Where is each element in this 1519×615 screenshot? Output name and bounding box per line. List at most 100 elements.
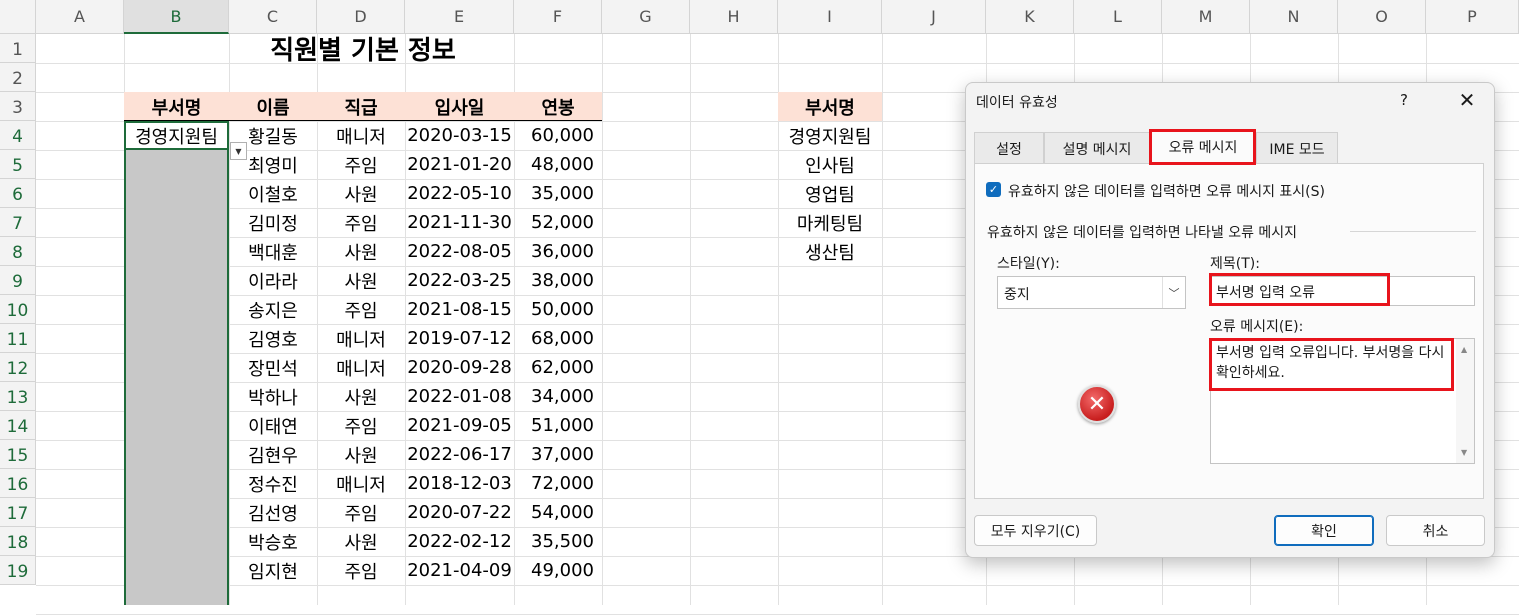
table-cell-rank[interactable]: 사원 bbox=[317, 440, 405, 469]
tab-settings[interactable]: 설정 bbox=[974, 132, 1044, 164]
column-header-g[interactable]: G bbox=[602, 0, 690, 34]
row-header-18[interactable]: 18 bbox=[0, 527, 36, 556]
table-cell-name[interactable]: 김현우 bbox=[229, 440, 317, 469]
row-header-19[interactable]: 19 bbox=[0, 556, 36, 585]
table-cell-salary[interactable]: 72,000 bbox=[514, 469, 602, 498]
row-header-1[interactable]: 1 bbox=[0, 34, 36, 63]
table-cell-date[interactable]: 2020-09-28 bbox=[405, 353, 514, 382]
textarea-scrollbar[interactable]: ▲ ▼ bbox=[1456, 339, 1474, 463]
row-header-16[interactable]: 16 bbox=[0, 469, 36, 498]
dept-list-item[interactable]: 마케팅팀 bbox=[778, 208, 882, 237]
table-cell-salary[interactable]: 49,000 bbox=[514, 556, 602, 585]
column-header-i[interactable]: I bbox=[778, 0, 882, 34]
sheet-title[interactable]: 직원별 기본 정보 bbox=[124, 34, 602, 66]
close-icon[interactable]: ✕ bbox=[1454, 87, 1480, 113]
table-cell-salary[interactable]: 35,000 bbox=[514, 179, 602, 208]
selected-range-b4-b19[interactable] bbox=[124, 135, 229, 605]
column-header-a[interactable]: A bbox=[36, 0, 124, 34]
table-cell-rank[interactable]: 사원 bbox=[317, 527, 405, 556]
table-cell-date[interactable]: 2020-07-22 bbox=[405, 498, 514, 527]
table-cell-date[interactable]: 2022-08-05 bbox=[405, 237, 514, 266]
row-header-17[interactable]: 17 bbox=[0, 498, 36, 527]
table-cell-salary[interactable]: 37,000 bbox=[514, 440, 602, 469]
column-header-b[interactable]: B bbox=[124, 0, 229, 34]
table-cell-name[interactable]: 임지현 bbox=[229, 556, 317, 585]
table-cell-rank[interactable]: 주임 bbox=[317, 411, 405, 440]
row-header-9[interactable]: 9 bbox=[0, 266, 36, 295]
table-cell-rank[interactable]: 주임 bbox=[317, 150, 405, 179]
table-cell-salary[interactable]: 48,000 bbox=[514, 150, 602, 179]
style-select[interactable]: 중지 ﹀ bbox=[997, 276, 1186, 309]
column-header-j[interactable]: J bbox=[882, 0, 986, 34]
row-header-13[interactable]: 13 bbox=[0, 382, 36, 411]
table-cell-salary[interactable]: 62,000 bbox=[514, 353, 602, 382]
table-cell-date[interactable]: 2019-07-12 bbox=[405, 324, 514, 353]
table-cell-name[interactable]: 백대훈 bbox=[229, 237, 317, 266]
cancel-button[interactable]: 취소 bbox=[1386, 515, 1485, 546]
row-header-2[interactable]: 2 bbox=[0, 63, 36, 92]
dropdown-arrow-icon[interactable]: ▼ bbox=[230, 142, 247, 160]
table-cell-rank[interactable]: 사원 bbox=[317, 179, 405, 208]
table-cell-date[interactable]: 2022-01-08 bbox=[405, 382, 514, 411]
table-cell-rank[interactable]: 매니저 bbox=[317, 324, 405, 353]
table-cell-date[interactable]: 2020-03-15 bbox=[405, 121, 514, 150]
table-cell-date[interactable]: 2021-09-05 bbox=[405, 411, 514, 440]
table-cell-name[interactable]: 김미정 bbox=[229, 208, 317, 237]
column-header-c[interactable]: C bbox=[229, 0, 317, 34]
table-cell-name[interactable]: 이태연 bbox=[229, 411, 317, 440]
tab-error-alert[interactable]: 오류 메시지 bbox=[1150, 129, 1256, 164]
row-header-10[interactable]: 10 bbox=[0, 295, 36, 324]
clear-all-button[interactable]: 모두 지우기(C) bbox=[974, 515, 1097, 546]
dept-list-item[interactable]: 경영지원팀 bbox=[778, 121, 882, 150]
table-cell-salary[interactable]: 36,000 bbox=[514, 237, 602, 266]
table-cell-name[interactable]: 김선영 bbox=[229, 498, 317, 527]
column-header-n[interactable]: N bbox=[1250, 0, 1338, 34]
column-header-h[interactable]: H bbox=[690, 0, 778, 34]
table-cell-rank[interactable]: 주임 bbox=[317, 556, 405, 585]
table-header-cell[interactable]: 직급 bbox=[317, 92, 405, 121]
dept-list-header[interactable]: 부서명 bbox=[778, 92, 882, 121]
column-header-l[interactable]: L bbox=[1074, 0, 1162, 34]
error-message-textarea[interactable]: 부서명 입력 오류입니다. 부서명을 다시 확인하세요. ▲ ▼ bbox=[1210, 338, 1475, 464]
row-header-5[interactable]: 5 bbox=[0, 150, 36, 179]
active-cell-b4[interactable]: 경영지원팀 bbox=[124, 121, 229, 150]
table-cell-name[interactable]: 김영호 bbox=[229, 324, 317, 353]
table-cell-rank[interactable]: 매니저 bbox=[317, 121, 405, 150]
table-cell-salary[interactable]: 51,000 bbox=[514, 411, 602, 440]
table-cell-rank[interactable]: 주임 bbox=[317, 208, 405, 237]
table-header-cell[interactable]: 이름 bbox=[229, 92, 317, 121]
table-cell-date[interactable]: 2022-02-12 bbox=[405, 527, 514, 556]
table-cell-name[interactable]: 송지은 bbox=[229, 295, 317, 324]
table-cell-date[interactable]: 2022-05-10 bbox=[405, 179, 514, 208]
table-header-cell[interactable]: 입사일 bbox=[405, 92, 514, 121]
table-cell-date[interactable]: 2021-08-15 bbox=[405, 295, 514, 324]
table-header-cell[interactable]: 부서명 bbox=[124, 92, 229, 121]
column-header-m[interactable]: M bbox=[1162, 0, 1250, 34]
table-cell-rank[interactable]: 사원 bbox=[317, 266, 405, 295]
chevron-down-icon[interactable]: ﹀ bbox=[1162, 277, 1185, 308]
table-cell-rank[interactable]: 주임 bbox=[317, 295, 405, 324]
table-cell-rank[interactable]: 사원 bbox=[317, 382, 405, 411]
table-cell-name[interactable]: 정수진 bbox=[229, 469, 317, 498]
table-cell-name[interactable]: 박승호 bbox=[229, 527, 317, 556]
table-cell-date[interactable]: 2021-01-20 bbox=[405, 150, 514, 179]
show-error-checkbox-label[interactable]: 유효하지 않은 데이터를 입력하면 오류 메시지 표시(S) bbox=[1008, 181, 1325, 201]
help-button[interactable]: ? bbox=[1400, 91, 1408, 109]
table-cell-salary[interactable]: 35,500 bbox=[514, 527, 602, 556]
table-cell-date[interactable]: 2021-11-30 bbox=[405, 208, 514, 237]
table-cell-salary[interactable]: 60,000 bbox=[514, 121, 602, 150]
dept-list-item[interactable]: 인사팀 bbox=[778, 150, 882, 179]
table-cell-salary[interactable]: 34,000 bbox=[514, 382, 602, 411]
table-cell-date[interactable]: 2022-03-25 bbox=[405, 266, 514, 295]
row-header-3[interactable]: 3 bbox=[0, 92, 36, 121]
table-cell-salary[interactable]: 54,000 bbox=[514, 498, 602, 527]
scroll-down-icon[interactable]: ▼ bbox=[1461, 448, 1467, 457]
tab-input-message[interactable]: 설명 메시지 bbox=[1044, 132, 1150, 164]
row-header-14[interactable]: 14 bbox=[0, 411, 36, 440]
row-header-7[interactable]: 7 bbox=[0, 208, 36, 237]
row-header-4[interactable]: 4 bbox=[0, 121, 36, 150]
table-cell-salary[interactable]: 52,000 bbox=[514, 208, 602, 237]
tab-ime-mode[interactable]: IME 모드 bbox=[1256, 132, 1338, 164]
table-cell-name[interactable]: 박하나 bbox=[229, 382, 317, 411]
table-cell-date[interactable]: 2022-06-17 bbox=[405, 440, 514, 469]
